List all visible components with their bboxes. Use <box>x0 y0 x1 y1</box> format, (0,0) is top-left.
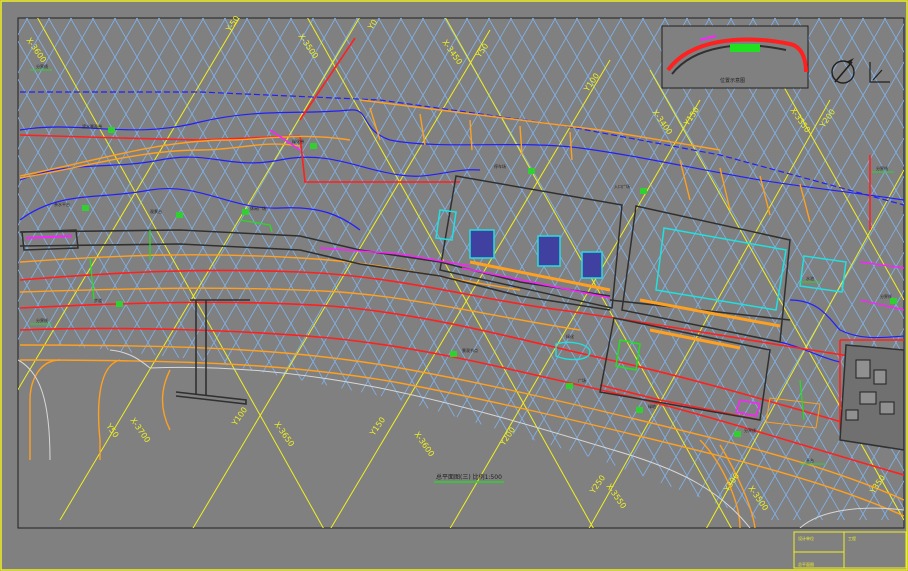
svg-text:分界线: 分界线 <box>36 63 48 69</box>
svg-text:绿地: 绿地 <box>648 403 656 409</box>
title-block-cell: 工程 <box>848 535 856 541</box>
grid-label: Y150 <box>368 415 388 437</box>
svg-text:绿化: 绿化 <box>566 333 574 339</box>
grid-label: X-3700 <box>128 416 152 444</box>
annotation: 绿化 <box>566 333 574 339</box>
grid-label: Y200 <box>818 107 838 129</box>
key-plan-label: 位置示意图 <box>720 77 745 84</box>
annotation: 分界线 <box>30 63 52 71</box>
svg-text:水池: 水池 <box>806 275 814 281</box>
title-block: 设计单位 工程 总平面图 <box>793 531 907 569</box>
grid-label: X-3550 <box>604 482 628 510</box>
building-far-right <box>839 344 904 451</box>
grid-label: Y50 <box>474 42 491 60</box>
grid-label: Y150 <box>682 105 702 127</box>
drawing-border <box>17 17 905 529</box>
grid-label: X-3600 <box>412 430 436 458</box>
annotation: 广场 <box>566 377 586 389</box>
annotation: 水池 <box>800 275 822 283</box>
svg-text:平台: 平台 <box>806 457 814 463</box>
drawing-title-group: 总平面图(三) 比例1:500 <box>434 473 504 483</box>
grid-label: Y0 <box>366 18 380 32</box>
grid-label: X-3600 <box>24 36 48 64</box>
key-plan-inset: 位置示意图 <box>661 25 809 89</box>
annotation: 分界线 <box>872 165 894 173</box>
grid-label: X-3450 <box>440 38 464 66</box>
annotation: 步道 <box>94 297 123 307</box>
annotation: 分界线 <box>734 427 756 437</box>
svg-text:休闲广场: 休闲广场 <box>250 205 266 211</box>
grid-label: X-3500 <box>296 32 320 60</box>
svg-text:亲水平台: 亲水平台 <box>54 201 70 207</box>
svg-text:分界线: 分界线 <box>744 427 756 433</box>
cad-drawing-sheet: X-3600 Y-50 X-3500 Y0 X-3450 Y50 Y100 X-… <box>0 0 908 571</box>
grid-label: X-3350 <box>788 106 812 134</box>
annotation: 分界线 <box>880 293 897 304</box>
title-block-cell: 总平面图 <box>798 561 814 567</box>
drawing-title: 总平面图(三) 比例1:500 <box>436 473 502 481</box>
svg-text:停车场: 停车场 <box>494 163 506 169</box>
svg-text:分界线: 分界线 <box>36 317 48 323</box>
svg-text:滨水景观带: 滨水景观带 <box>82 123 102 129</box>
north-arrow-icon <box>831 58 855 84</box>
area-annotations: 分界线 滨水景观带 绿化带 亲水平台 观景台 休闲广场 停车场 入口广场 分界线… <box>30 63 897 465</box>
grid-label: Y200 <box>498 425 518 447</box>
svg-text:入口广场: 入口广场 <box>614 183 630 189</box>
svg-text:观景台: 观景台 <box>150 208 162 214</box>
grid-label: Y250 <box>588 473 608 495</box>
svg-text:绿化带: 绿化带 <box>292 138 304 144</box>
title-block-cell: 设计单位 <box>798 535 814 541</box>
left-platform <box>21 229 79 251</box>
svg-text:景观节点: 景观节点 <box>462 347 478 353</box>
grid-label: Y-50 <box>224 14 242 34</box>
grid-label: Y100 <box>230 405 250 427</box>
dashed-boundary <box>20 91 904 206</box>
grid-label: Y50 <box>104 421 121 439</box>
svg-text:分界线: 分界线 <box>876 165 888 171</box>
svg-text:广场: 广场 <box>578 377 586 383</box>
annotation: 景观节点 <box>450 347 478 357</box>
svg-text:步道: 步道 <box>94 297 102 303</box>
grid-label: X-3400 <box>650 108 674 136</box>
